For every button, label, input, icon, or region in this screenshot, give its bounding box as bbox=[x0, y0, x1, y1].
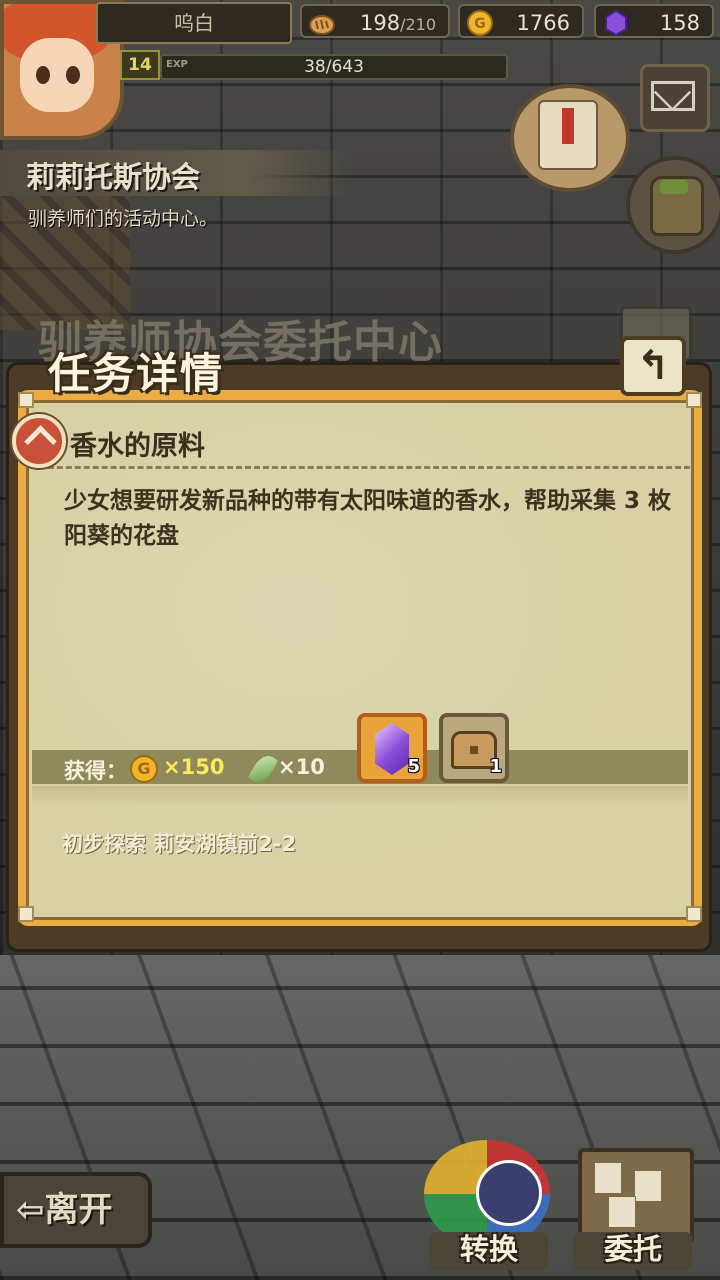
reward-item-chest[interactable]: 1 bbox=[439, 713, 509, 783]
quest-description: 少女想要研发新品种的带有太阳味道的香水，帮助采集 3 枚阳葵的花盘 bbox=[64, 488, 672, 549]
quest-scroll-button[interactable] bbox=[510, 84, 630, 192]
bread-icon bbox=[309, 15, 335, 35]
gold-coin-icon: G bbox=[467, 10, 493, 36]
gold-counter[interactable]: G 1766 bbox=[458, 4, 584, 38]
swap-button[interactable]: 转换 bbox=[424, 1140, 554, 1270]
commission-button[interactable]: 委托 bbox=[568, 1140, 698, 1270]
divider bbox=[32, 786, 688, 806]
player-level: 14 bbox=[120, 50, 160, 80]
stamina-counter[interactable]: 198/210 bbox=[300, 4, 450, 38]
player-name: 呜白 bbox=[96, 2, 292, 44]
gem-counter[interactable]: 158 bbox=[594, 4, 714, 38]
purple-gem-icon bbox=[375, 723, 409, 775]
character-icon bbox=[476, 1160, 542, 1226]
stamina-current: 198 bbox=[359, 11, 401, 35]
quest-marker-icon bbox=[12, 414, 66, 468]
reward-feather-amount: ×10 bbox=[278, 755, 325, 779]
location-title: 莉莉托斯协会 bbox=[26, 160, 201, 194]
gem-amount: 158 bbox=[659, 11, 700, 35]
reward-item-count: 5 bbox=[407, 756, 420, 777]
reward-label: 获得： bbox=[64, 759, 127, 783]
reward-item-gem[interactable]: 5 bbox=[357, 713, 427, 783]
commission-label: 委托 bbox=[603, 1232, 662, 1266]
reward-gold-amount: ×150 bbox=[163, 755, 225, 779]
quest-name: 香水的原料 bbox=[70, 431, 205, 462]
location-subtitle: 驯养师们的活动中心。 bbox=[28, 208, 219, 230]
stamina-max: /210 bbox=[400, 15, 436, 34]
gold-coin-icon: G bbox=[130, 755, 158, 783]
back-arrow-icon: ↰ bbox=[636, 343, 670, 389]
gold-amount: 1766 bbox=[516, 11, 570, 35]
mail-button[interactable] bbox=[640, 64, 710, 132]
swap-label: 转换 bbox=[459, 1232, 518, 1266]
reward-item-count: 1 bbox=[489, 756, 502, 777]
quest-location: 初步探索 莉安湖镇前2-2 bbox=[62, 832, 297, 856]
mail-icon bbox=[651, 81, 695, 111]
back-button[interactable]: ↰ bbox=[620, 336, 686, 396]
exp-bar: EXP 38/643 bbox=[160, 54, 508, 80]
backpack-button[interactable] bbox=[626, 156, 720, 254]
svg-text:G: G bbox=[474, 16, 486, 32]
leave-button[interactable]: ⇦离开 bbox=[0, 1172, 152, 1248]
exp-value: 38/643 bbox=[304, 57, 364, 77]
dialog-title: 任务详情 bbox=[48, 349, 225, 398]
purple-gem-icon bbox=[605, 9, 627, 37]
